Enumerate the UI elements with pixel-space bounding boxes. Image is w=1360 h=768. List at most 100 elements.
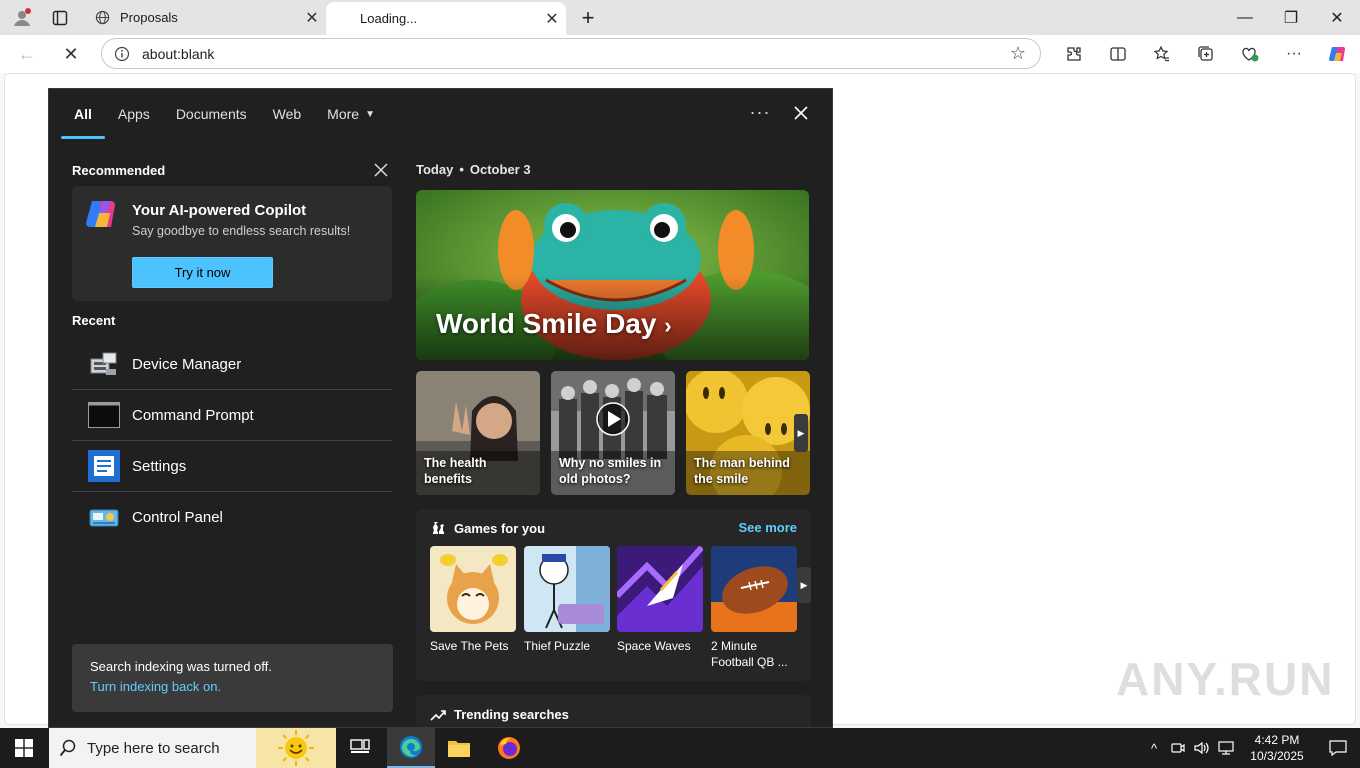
browser-essentials-icon[interactable]: [1228, 35, 1272, 73]
game-name: Thief Puzzle: [524, 639, 591, 653]
recent-item-settings[interactable]: Settings: [72, 441, 392, 492]
copilot-logo-icon: [84, 198, 120, 232]
today-header: Today • October 3: [416, 162, 531, 177]
thief-puzzle-thumbnail: [524, 546, 610, 632]
close-tab-icon[interactable]: ✕: [298, 8, 326, 28]
task-view-icon[interactable]: [336, 728, 384, 768]
hero-title: World Smile Day ›: [436, 308, 672, 340]
close-window-icon[interactable]: ✕: [1314, 0, 1360, 35]
profile-icon[interactable]: [4, 0, 40, 35]
tab-more[interactable]: More ▼: [314, 89, 388, 139]
recommended-heading: Recommended: [72, 163, 166, 178]
system-tray: ^ 4:42 PM 10/3/2025: [1142, 728, 1360, 768]
news-card[interactable]: Why no smiles in old photos?: [551, 371, 675, 495]
indexing-notice: Search indexing was turned off. Turn ind…: [72, 644, 393, 712]
clock-time: 4:42 PM: [1254, 733, 1300, 747]
windows-start-icon[interactable]: [0, 728, 48, 768]
game-tile[interactable]: Save The Pets: [430, 546, 516, 654]
games-next-arrow-icon[interactable]: ▶: [797, 567, 811, 603]
stop-loading-icon[interactable]: ✕: [54, 37, 88, 71]
save-the-pets-thumbnail: [430, 546, 516, 632]
browser-toolbar: ← ✕ about:blank ☆ ···: [0, 35, 1360, 73]
tab-strip: Proposals ✕ Loading... ✕ + — ❐ ✕: [0, 0, 1360, 35]
see-more-link[interactable]: See more: [738, 520, 797, 535]
copilot-promo-card: Your AI-powered Copilot Say goodbye to e…: [72, 186, 392, 301]
search-icon: [49, 739, 87, 757]
games-section: Games for you See more Save The Pets Thi…: [416, 509, 811, 681]
restore-icon[interactable]: ❐: [1268, 0, 1314, 35]
split-screen-icon[interactable]: [1096, 35, 1140, 73]
world-smile-day-hero[interactable]: World Smile Day ›: [416, 190, 809, 360]
news-title: The man behind the smile: [694, 456, 790, 486]
windows-search-panel: All Apps Documents Web More ▼ ··· Recomm…: [48, 88, 833, 728]
recent-item-label: Device Manager: [132, 355, 242, 373]
close-tab-icon[interactable]: ✕: [538, 9, 566, 29]
close-panel-icon[interactable]: [787, 99, 815, 127]
volume-icon[interactable]: [1190, 728, 1214, 768]
favorite-star-icon[interactable]: ☆: [996, 43, 1040, 64]
tab-actions-icon[interactable]: [42, 0, 78, 35]
collections-icon[interactable]: [1184, 35, 1228, 73]
recent-item-control-panel[interactable]: Control Panel: [72, 492, 392, 543]
tab-documents[interactable]: Documents: [163, 89, 260, 139]
new-tab-icon[interactable]: +: [570, 0, 606, 35]
tab-proposals[interactable]: Proposals ✕: [86, 0, 326, 35]
taskbar-search-box[interactable]: Type here to search: [49, 728, 336, 768]
try-it-now-button[interactable]: Try it now: [132, 257, 273, 288]
indexing-message: Search indexing was turned off.: [90, 659, 272, 674]
recent-heading: Recent: [72, 313, 116, 328]
news-next-arrow-icon[interactable]: ▶: [794, 414, 808, 452]
favorites-icon[interactable]: [1140, 35, 1184, 73]
info-icon[interactable]: [102, 46, 142, 62]
dismiss-recommended-icon[interactable]: [374, 163, 392, 181]
control-panel-icon: [88, 504, 120, 532]
tab-apps[interactable]: Apps: [105, 89, 163, 139]
file-explorer-icon[interactable]: [435, 728, 483, 768]
settings-icon: [88, 450, 120, 482]
tab-web[interactable]: Web: [260, 89, 315, 139]
address-bar[interactable]: about:blank ☆: [101, 38, 1041, 69]
game-name: Space Waves: [617, 639, 691, 653]
url-text[interactable]: about:blank: [142, 46, 996, 62]
edge-taskbar-icon[interactable]: [387, 728, 435, 768]
firefox-icon[interactable]: [485, 728, 533, 768]
game-tile[interactable]: Thief Puzzle: [524, 546, 610, 654]
more-options-icon[interactable]: ···: [745, 102, 775, 126]
news-card[interactable]: The man behind the smile: [686, 371, 810, 495]
recent-list: Device Manager Command Prompt Settings C…: [72, 339, 392, 543]
taskbar-clock[interactable]: 4:42 PM 10/3/2025: [1238, 732, 1316, 764]
network-icon[interactable]: [1214, 728, 1238, 768]
tab-all[interactable]: All: [61, 89, 105, 139]
game-tile[interactable]: 2 Minute Football QB ...: [711, 546, 797, 670]
search-highlight-sun-icon: [256, 728, 336, 768]
meet-now-icon[interactable]: [1166, 728, 1190, 768]
trending-up-icon: [430, 708, 446, 722]
more-options-icon[interactable]: ···: [1272, 35, 1316, 73]
copilot-icon[interactable]: [1316, 35, 1360, 73]
back-icon[interactable]: ←: [10, 37, 44, 71]
trending-header: Trending searches: [430, 707, 569, 722]
news-card[interactable]: The health benefits: [416, 371, 540, 495]
show-hidden-icons-chevron-icon[interactable]: ^: [1142, 728, 1166, 768]
game-tile[interactable]: Space Waves: [617, 546, 703, 654]
recent-item-label: Command Prompt: [132, 406, 254, 424]
chess-icon: [430, 520, 446, 536]
today-label: Today: [416, 162, 454, 177]
notifications-icon[interactable]: [1316, 728, 1360, 768]
recent-item-command-prompt[interactable]: Command Prompt: [72, 390, 392, 441]
recent-item-label: Control Panel: [132, 509, 223, 526]
trending-heading: Trending searches: [454, 707, 569, 722]
recent-item-device-manager[interactable]: Device Manager: [72, 339, 392, 390]
turn-indexing-on-link[interactable]: Turn indexing back on.: [90, 679, 375, 694]
tab-loading[interactable]: Loading... ✕: [326, 2, 566, 35]
copilot-title: Your AI-powered Copilot: [132, 202, 307, 219]
command-prompt-icon: [88, 401, 120, 429]
extensions-icon[interactable]: [1052, 35, 1096, 73]
recent-item-label: Settings: [132, 457, 187, 475]
game-name: 2 Minute Football QB ...: [711, 639, 788, 669]
copilot-subtitle: Say goodbye to endless search results!: [132, 224, 351, 238]
minimize-icon[interactable]: —: [1222, 0, 1268, 35]
game-name: Save The Pets: [430, 639, 509, 653]
games-heading: Games for you: [454, 520, 546, 536]
football-qb-thumbnail: [711, 546, 797, 632]
